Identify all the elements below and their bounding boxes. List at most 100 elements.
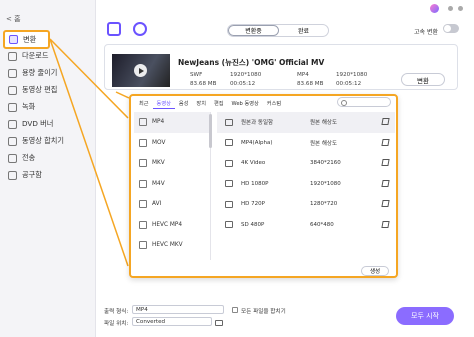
- high-speed-label: 고속 변환: [414, 29, 438, 36]
- output-format-select[interactable]: MP4: [132, 305, 224, 314]
- sidebar-item-dvd[interactable]: DVD 버너: [4, 116, 92, 132]
- edit-icon[interactable]: [381, 138, 390, 146]
- sidebar-item-label: 변환: [23, 34, 37, 44]
- target-resolution: 1920*1080: [336, 72, 368, 78]
- edit-icon[interactable]: [381, 159, 390, 166]
- format-item[interactable]: AVI: [134, 194, 210, 215]
- quality-list: 원본과 동일함 원본 해상도 MP4(Alpha) 원본 해상도 4K Video 3…: [217, 112, 395, 235]
- tab-web-video[interactable]: Web 동영상: [228, 98, 263, 109]
- folder-icon[interactable]: [215, 320, 223, 326]
- format-popup: 최근 동영상 음성 장치 편집 Web 동영상 커스텀 MP4 MOV MKV …: [129, 94, 398, 278]
- sidebar-item-edit[interactable]: 동영상 편집: [4, 82, 92, 98]
- format-item[interactable]: MKV: [134, 153, 210, 174]
- high-speed-toggle[interactable]: [443, 24, 459, 33]
- quality-item[interactable]: 원본과 동일함 원본 해상도: [217, 112, 395, 133]
- quality-icon: [225, 159, 233, 167]
- file-location-label: 파일 위치:: [104, 321, 129, 327]
- dvd-icon: [8, 119, 17, 129]
- quality-resolution: 1280*720: [310, 201, 338, 208]
- tab-finished[interactable]: 완료: [279, 25, 328, 36]
- avatar[interactable]: [430, 4, 439, 13]
- compress-icon: [8, 68, 17, 78]
- quality-item[interactable]: MP4(Alpha) 원본 해상도: [217, 133, 395, 154]
- convert-icon: [9, 35, 18, 44]
- quality-name: 원본과 동일함: [241, 120, 274, 127]
- tab-custom[interactable]: 커스텀: [263, 98, 285, 109]
- format-item[interactable]: HEVC MP4: [134, 215, 210, 236]
- merge-icon: [8, 136, 17, 146]
- format-label: MOV: [152, 139, 166, 146]
- tab-video[interactable]: 동영상: [152, 98, 175, 109]
- sidebar-item-label: 다운로드: [22, 51, 49, 60]
- video-file-icon: [139, 138, 147, 147]
- sidebar-item-label: 동영상 합치기: [22, 136, 64, 145]
- convert-button[interactable]: 변환: [401, 73, 445, 86]
- format-label: HEVC MP4: [152, 221, 183, 228]
- sidebar-item-download[interactable]: 다운로드: [4, 48, 92, 64]
- format-label: MP4: [152, 119, 165, 126]
- format-item[interactable]: M4V: [134, 174, 210, 195]
- file-card: NewJeans (뉴진스) 'OMG' Official MV SWF 192…: [104, 44, 458, 90]
- add-file-icon[interactable]: [107, 22, 121, 36]
- merge-checkbox[interactable]: [232, 307, 238, 313]
- sidebar-item-merge[interactable]: 동영상 합치기: [4, 133, 92, 149]
- quality-name: SD 480P: [241, 221, 265, 228]
- home-link[interactable]: < 홈: [6, 14, 21, 24]
- format-item[interactable]: MOV: [134, 133, 210, 154]
- create-button[interactable]: 생성: [361, 266, 389, 276]
- sidebar-item-label: 전송: [22, 153, 36, 162]
- close-icon[interactable]: [458, 6, 463, 11]
- quality-item[interactable]: 4K Video 3840*2160: [217, 153, 395, 174]
- quality-name: MP4(Alpha): [241, 139, 273, 146]
- toolbox-icon: [8, 170, 17, 180]
- sidebar-item-label: 녹화: [22, 102, 36, 111]
- quality-name: HD 720P: [241, 201, 265, 208]
- sidebar-item-transfer[interactable]: 전송: [4, 150, 92, 166]
- sidebar-item-convert[interactable]: 변환: [3, 30, 50, 49]
- tab-device[interactable]: 장치: [192, 98, 210, 109]
- format-list-scrollbar[interactable]: [209, 114, 212, 148]
- quality-name: HD 1080P: [241, 180, 269, 187]
- video-thumbnail[interactable]: [112, 54, 170, 87]
- video-file-icon: [139, 200, 147, 209]
- quality-icon: [225, 200, 233, 208]
- quality-icon: [225, 118, 233, 126]
- format-label: M4V: [152, 180, 165, 187]
- sidebar-item-compress[interactable]: 용량 줄이기: [4, 65, 92, 81]
- sidebar-item-toolbox[interactable]: 공구함: [4, 167, 92, 183]
- minimize-icon[interactable]: [448, 6, 453, 11]
- edit-icon[interactable]: [381, 179, 390, 187]
- quality-item[interactable]: HD 720P 1280*720: [217, 194, 395, 215]
- format-label: AVI: [152, 201, 162, 208]
- video-file-icon: [139, 179, 147, 188]
- play-icon[interactable]: [134, 64, 147, 77]
- transfer-icon: [8, 153, 17, 163]
- edit-icon[interactable]: [381, 220, 390, 228]
- file-title[interactable]: NewJeans (뉴진스) 'OMG' Official MV: [178, 57, 324, 68]
- source-size: 83.68 MB: [190, 81, 217, 87]
- record-icon: [8, 102, 17, 112]
- search-input[interactable]: [337, 97, 391, 107]
- target-time: 00:05:12: [336, 81, 362, 87]
- quality-item[interactable]: SD 480P 640*480: [217, 215, 395, 236]
- source-format: SWF: [190, 72, 203, 78]
- file-location-select[interactable]: Converted: [132, 317, 212, 326]
- edit-icon[interactable]: [381, 200, 390, 207]
- target-size: 83.68 MB: [297, 81, 324, 87]
- source-resolution: 1920*1080: [230, 72, 262, 78]
- edit-icon[interactable]: [381, 118, 390, 125]
- quality-resolution: 1920*1080: [310, 180, 341, 187]
- quality-item[interactable]: HD 1080P 1920*1080: [217, 174, 395, 195]
- format-item[interactable]: HEVC MKV: [134, 235, 210, 256]
- tab-recent[interactable]: 최근: [135, 98, 153, 109]
- tab-converting[interactable]: 변환중: [228, 25, 279, 36]
- format-item[interactable]: MP4: [134, 112, 210, 133]
- tab-audio[interactable]: 음성: [175, 98, 193, 109]
- start-all-button[interactable]: 모두 시작: [396, 307, 454, 325]
- download-icon: [8, 51, 17, 61]
- sidebar-item-label: DVD 버너: [22, 119, 54, 128]
- sidebar-item-record[interactable]: 녹화: [4, 99, 92, 115]
- add-from-device-icon[interactable]: [133, 22, 147, 36]
- tab-edit[interactable]: 편집: [210, 98, 228, 109]
- video-file-icon: [139, 159, 147, 168]
